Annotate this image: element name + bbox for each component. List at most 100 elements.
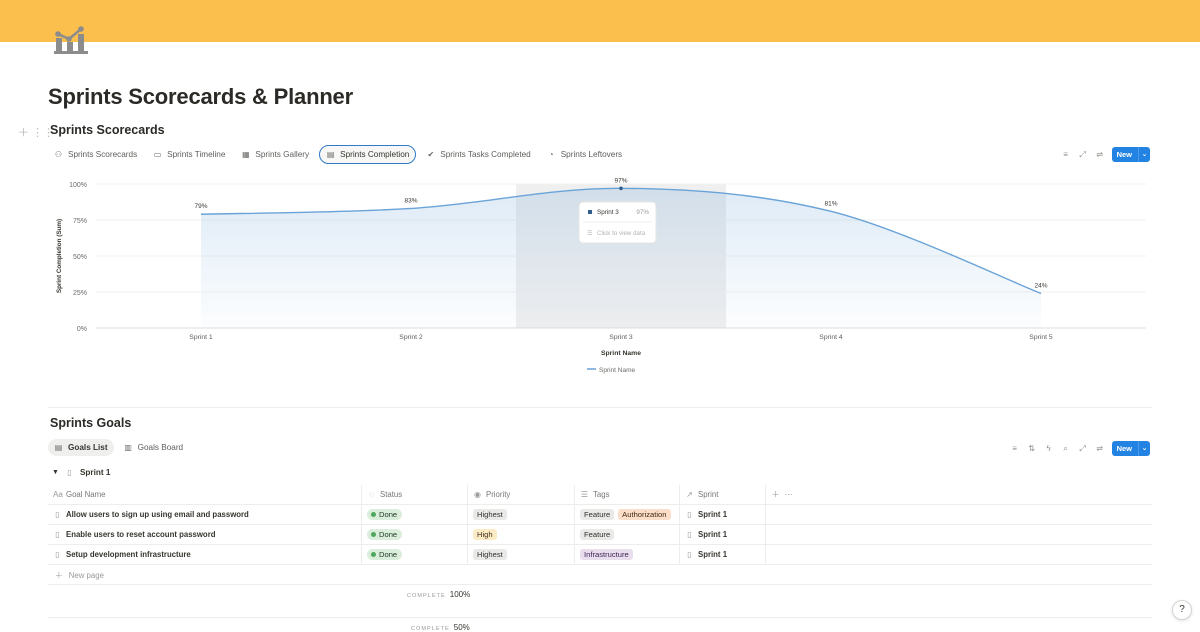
y-tick-label: 50%	[73, 254, 87, 261]
status-dot-icon	[371, 512, 376, 517]
page-cover[interactable]	[0, 0, 1200, 42]
tab-sprints-tasks-completed[interactable]: ✔ Sprints Tasks Completed	[420, 146, 536, 163]
chevron-down-icon[interactable]: ⌄	[1139, 147, 1150, 162]
y-tick-label: 100%	[69, 182, 87, 189]
board-icon: ▥	[124, 443, 132, 452]
help-button[interactable]: ?	[1172, 600, 1192, 620]
tab-sprints-timeline[interactable]: ▭ Sprints Timeline	[147, 146, 231, 163]
column-actions: ＋ ⋯	[766, 485, 826, 504]
goals-title: Sprints Goals	[50, 416, 132, 430]
search-icon[interactable]: ⌕	[1061, 444, 1071, 454]
sprint-cell[interactable]: ▯ Sprint 1	[680, 545, 766, 564]
relation-icon: ↗	[686, 490, 693, 499]
priority-cell[interactable]: Highest	[468, 505, 575, 524]
tooltip-table-icon: ☰	[587, 230, 593, 237]
tooltip-swatch	[588, 210, 592, 214]
tab-goals-list[interactable]: ▤ Goals List	[48, 439, 114, 456]
tab-sprints-scorecards[interactable]: ⚇ Sprints Scorecards	[48, 146, 143, 163]
list-icon: ▤	[54, 443, 63, 452]
group-header[interactable]: ▼ ▯ Sprint 1	[52, 468, 110, 477]
goals-toolbar: ≡ ⇅ ϟ ⌕ ⤢ ⇌ New ⌄	[1010, 441, 1150, 456]
goal-cell: ▯ Enable users to reset account password	[48, 525, 362, 544]
new-button[interactable]: New ⌄	[1111, 441, 1150, 456]
settings-icon[interactable]: ⇌	[1095, 444, 1105, 454]
empty-cell	[766, 525, 826, 544]
status-cell[interactable]: Done	[362, 545, 468, 564]
x-tick-label: Sprint 5	[1029, 334, 1053, 341]
page-icon: ▯	[687, 550, 692, 559]
status-badge: Done	[367, 509, 403, 520]
table-row[interactable]: ▯ Allow users to sign up using email and …	[48, 505, 1152, 525]
x-tick-label: Sprint 2	[399, 334, 423, 341]
table-row[interactable]: ▯ Setup development infrastructure Done H…	[48, 545, 1152, 565]
plus-icon: ＋	[55, 571, 63, 580]
filter-icon[interactable]: ≡	[1061, 150, 1071, 160]
data-label: 24%	[1034, 282, 1047, 289]
calculation-complete[interactable]: COMPLETE 100%	[407, 590, 470, 599]
status-cell[interactable]: Done	[362, 505, 468, 524]
column-tags[interactable]: ☰ Tags	[575, 485, 680, 504]
tab-sprints-completion[interactable]: ▤ Sprints Completion	[319, 145, 417, 164]
table-header: Aa Goal Name ◌ Status ◉ Priority ☰ Tags ↗ Spr…	[48, 485, 1152, 505]
chevron-down-icon[interactable]: ⌄	[1139, 441, 1150, 456]
calculation-complete[interactable]: COMPLETE 50%	[411, 623, 470, 632]
priority-cell[interactable]: Highest	[468, 545, 575, 564]
sprint-cell[interactable]: ▯ Sprint 1	[680, 505, 766, 524]
column-status[interactable]: ◌ Status	[362, 485, 468, 504]
filter-icon[interactable]: ≡	[1010, 444, 1020, 454]
scorecards-view-tabs: ⚇ Sprints Scorecards ▭ Sprints Timeline ▦ S…	[48, 145, 632, 164]
goals-table: Aa Goal Name ◌ Status ◉ Priority ☰ Tags ↗ Spr…	[48, 485, 1152, 565]
add-column-icon[interactable]: ＋	[771, 489, 780, 500]
goal-cell: ▯ Allow users to sign up using email and …	[48, 505, 362, 524]
y-tick-label: 75%	[73, 218, 87, 225]
toggle-down-icon[interactable]: ▼	[52, 469, 59, 476]
table-row[interactable]: ▯ Enable users to reset account password …	[48, 525, 1152, 545]
new-page-button[interactable]: ＋ New page	[55, 570, 104, 581]
tags-cell[interactable]: Feature	[575, 525, 680, 544]
status-icon: ◌	[369, 490, 374, 499]
scorecards-title: Sprints Scorecards	[50, 123, 165, 137]
tab-goals-board[interactable]: ▥ Goals Board	[118, 439, 190, 456]
priority-icon: ◉	[474, 490, 481, 499]
settings-icon[interactable]: ⇌	[1095, 150, 1105, 160]
y-axis-label: Sprint Completion (Sum)	[56, 219, 63, 293]
more-icon[interactable]: ⋯	[784, 490, 793, 499]
priority-badge: Highest	[473, 549, 507, 560]
completion-chart[interactable]: 0% 25% 50% 75% 100% 79% Sprint 1 83% Sprint 2 97%…	[48, 172, 1152, 384]
tab-sprints-leftovers[interactable]: ◔ Sprints Leftovers	[541, 146, 628, 163]
text-type-icon: Aa	[53, 490, 63, 499]
new-button[interactable]: New ⌄	[1111, 147, 1150, 162]
expand-icon[interactable]: ⤢	[1078, 150, 1088, 160]
data-label: 79%	[194, 203, 207, 210]
sprint-cell[interactable]: ▯ Sprint 1	[680, 525, 766, 544]
block-handle-icon[interactable]: ＋ ⋮⋮	[18, 124, 54, 140]
data-point	[619, 186, 623, 191]
goal-name[interactable]: Enable users to reset account password	[66, 530, 216, 539]
tag-badge: Authorization	[618, 509, 671, 520]
page-title: Sprints Scorecards & Planner	[48, 84, 353, 109]
tags-cell[interactable]: Infrastructure	[575, 545, 680, 564]
priority-cell[interactable]: High	[468, 525, 575, 544]
page-icon: ▯	[55, 510, 60, 519]
goal-name[interactable]: Allow users to sign up using email and p…	[66, 510, 249, 519]
sort-icon[interactable]: ⇅	[1027, 444, 1037, 454]
column-priority[interactable]: ◉ Priority	[468, 485, 575, 504]
status-dot-icon	[371, 532, 376, 537]
tags-cell[interactable]: Feature Authorization	[575, 505, 680, 524]
status-dot-icon	[371, 552, 376, 557]
page-icon: ▯	[55, 550, 60, 559]
column-goal-name[interactable]: Aa Goal Name	[48, 485, 362, 504]
x-axis-label: Sprint Name	[601, 350, 641, 357]
status-cell[interactable]: Done	[362, 525, 468, 544]
goal-name[interactable]: Setup development infrastructure	[66, 550, 191, 559]
status-badge: Done	[367, 529, 403, 540]
column-sprint[interactable]: ↗ Sprint	[680, 485, 766, 504]
data-label: 83%	[404, 197, 417, 204]
table-divider	[48, 584, 1152, 585]
expand-icon[interactable]: ⤢	[1078, 444, 1088, 454]
chart-icon[interactable]	[52, 24, 90, 56]
legend-label: Sprint Name	[599, 367, 636, 374]
automation-icon[interactable]: ϟ	[1044, 444, 1054, 454]
tab-sprints-gallery[interactable]: ▦ Sprints Gallery	[235, 146, 315, 163]
section-divider	[48, 407, 1152, 408]
